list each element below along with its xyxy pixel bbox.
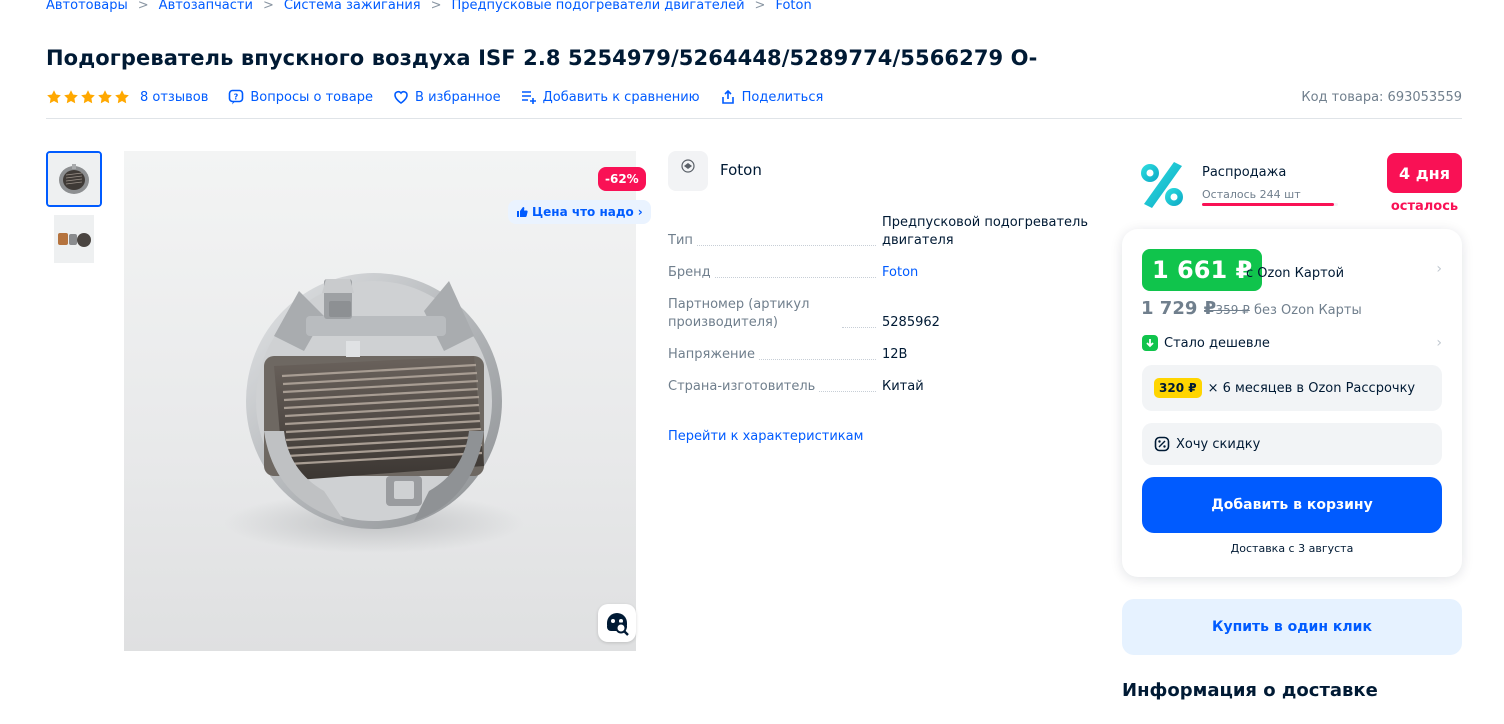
- questions-label: Вопросы о товаре: [250, 89, 374, 105]
- chevron-right-icon: >: [754, 0, 766, 13]
- thumbs-up-icon: [517, 207, 528, 217]
- heater-photo: [224, 273, 524, 553]
- breadcrumb-item-autogoods[interactable]: Автотовары: [46, 0, 128, 13]
- share-link[interactable]: Поделиться: [720, 89, 824, 105]
- days-left-badge: 4 дня: [1387, 153, 1462, 193]
- buy-one-click-button[interactable]: Купить в один клик: [1122, 599, 1462, 655]
- specs-list: Тип Предпусковой подогреватель двигателя…: [668, 214, 1088, 410]
- breadcrumb: Автотовары > Автозапчасти > Система зажи…: [46, 0, 812, 14]
- want-discount-button[interactable]: Хочу скидку: [1142, 423, 1442, 465]
- ozon-card-price[interactable]: 1 661 ₽: [1142, 249, 1263, 291]
- spec-key: Бренд: [668, 265, 711, 280]
- all-specs-link[interactable]: Перейти к характеристикам: [668, 429, 863, 444]
- question-bubble-icon: ?: [229, 89, 244, 105]
- chevron-right-icon: >: [137, 0, 149, 13]
- spec-row-voltage: Напряжение 12В: [668, 346, 1088, 364]
- image-search-icon: [607, 613, 629, 636]
- rating-stars[interactable]: [46, 89, 130, 105]
- chevron-right-icon: >: [430, 0, 442, 13]
- price-card: 1 661 ₽ с Ozon Картой › 1 729 ₽ 4 359 ₽ …: [1122, 229, 1462, 577]
- brand-logo[interactable]: [668, 151, 708, 191]
- want-discount-label: Хочу скидку: [1176, 436, 1261, 452]
- delivery-date: Доставка с 3 августа: [1230, 542, 1354, 555]
- sale-progress-fill: [1202, 203, 1334, 206]
- spec-value: Китай: [882, 379, 924, 394]
- heart-icon: [394, 90, 408, 104]
- svg-text:?: ?: [234, 93, 239, 102]
- spec-value-brand-link[interactable]: Foton: [882, 264, 1088, 282]
- no-card-label: без Ozon Карты: [1254, 303, 1362, 318]
- image-search-button[interactable]: [598, 604, 636, 642]
- star-icon: [98, 90, 112, 104]
- delivery-info-heading: Информация о доставке: [1122, 680, 1378, 701]
- good-price-badge[interactable]: Цена что надо ›: [508, 200, 651, 224]
- installment-offer[interactable]: 320 ₽ × 6 месяцев в Ozon Рассрочку: [1142, 365, 1442, 411]
- old-price: 4 359 ₽: [1204, 303, 1250, 317]
- spec-value: 5285962: [882, 315, 940, 330]
- questions-link[interactable]: ? Вопросы о товаре: [228, 89, 373, 105]
- star-icon: [115, 90, 129, 104]
- discount-tag-icon: [1154, 436, 1170, 452]
- sale-title: Распродажа: [1202, 165, 1287, 180]
- spec-row-country: Страна-изготовитель Китай: [668, 378, 1088, 396]
- breadcrumb-item-foton[interactable]: Foton: [775, 0, 811, 13]
- gallery-thumbnail-2[interactable]: [54, 215, 94, 263]
- spec-key: Тип: [668, 233, 693, 248]
- product-title: Подогреватель впускного воздуха ISF 2.8 …: [46, 46, 1038, 70]
- spec-value: 12В: [882, 347, 908, 362]
- spec-row-brand: Бренд Foton: [668, 264, 1088, 282]
- installment-text: × 6 месяцев в Ozon Рассрочку: [1207, 380, 1416, 396]
- heater-kit-thumbnail-image: [54, 215, 94, 263]
- chevron-right-icon: >: [262, 0, 274, 13]
- chevron-right-icon[interactable]: ›: [1436, 335, 1442, 351]
- divider: [46, 118, 1462, 119]
- brand-name-link[interactable]: Foton: [720, 161, 762, 179]
- add-to-cart-button[interactable]: Добавить в корзину: [1142, 477, 1442, 533]
- product-meta-row: 8 отзывов ? Вопросы о товаре В избранное…: [46, 86, 1462, 108]
- reviews-link[interactable]: 8 отзывов: [140, 90, 208, 105]
- sale-progress-bar: [1202, 203, 1338, 206]
- product-main-image[interactable]: [124, 151, 636, 651]
- star-icon: [64, 90, 78, 104]
- price-drop-link[interactable]: Стало дешевле: [1142, 335, 1270, 351]
- gallery-thumbnail-1[interactable]: [46, 151, 102, 207]
- chevron-right-icon: ›: [637, 205, 643, 219]
- spec-key: Страна-изготовитель: [668, 379, 816, 394]
- spec-row-type: Тип Предпусковой подогреватель двигателя: [668, 214, 1088, 250]
- compare-list-icon: [521, 91, 536, 104]
- chevron-right-icon[interactable]: ›: [1436, 261, 1442, 277]
- favorite-link[interactable]: В избранное: [393, 89, 501, 105]
- arrow-down-icon: [1142, 335, 1158, 351]
- sale-remaining: Осталось 244 шт: [1202, 188, 1301, 201]
- good-price-label: Цена что надо: [532, 205, 634, 219]
- spec-row-partnumber: Партномер (артикул производителя) 528596…: [668, 296, 1088, 332]
- compare-label: Добавить к сравнению: [542, 89, 700, 105]
- share-icon: [721, 89, 734, 104]
- price-drop-label: Стало дешевле: [1164, 335, 1270, 351]
- breadcrumb-item-autoparts[interactable]: Автозапчасти: [159, 0, 253, 13]
- star-icon: [81, 90, 95, 104]
- breadcrumb-item-ignition[interactable]: Система зажигания: [284, 0, 421, 13]
- ozon-card-label[interactable]: с Ozon Картой: [1246, 266, 1344, 281]
- foton-logo-icon: [681, 159, 695, 173]
- star-icon: [47, 90, 61, 104]
- breadcrumb-item-preheaters[interactable]: Предпусковые подогреватели двигателей: [452, 0, 745, 13]
- days-left-label: осталось: [1390, 199, 1459, 214]
- spec-key: Напряжение: [668, 347, 755, 362]
- heater-thumbnail-image: [48, 153, 100, 205]
- compare-link[interactable]: Добавить к сравнению: [521, 89, 700, 105]
- installment-amount: 320 ₽: [1154, 378, 1202, 398]
- product-sku[interactable]: Код товара: 693053559: [1301, 90, 1462, 105]
- favorite-label: В избранное: [415, 89, 501, 105]
- percent-sale-icon: [1141, 162, 1183, 208]
- spec-key: Партномер (артикул производителя): [668, 297, 810, 330]
- spec-value: Предпусковой подогреватель двигателя: [882, 215, 1089, 248]
- share-label: Поделиться: [741, 89, 824, 105]
- discount-badge: -62%: [598, 167, 646, 191]
